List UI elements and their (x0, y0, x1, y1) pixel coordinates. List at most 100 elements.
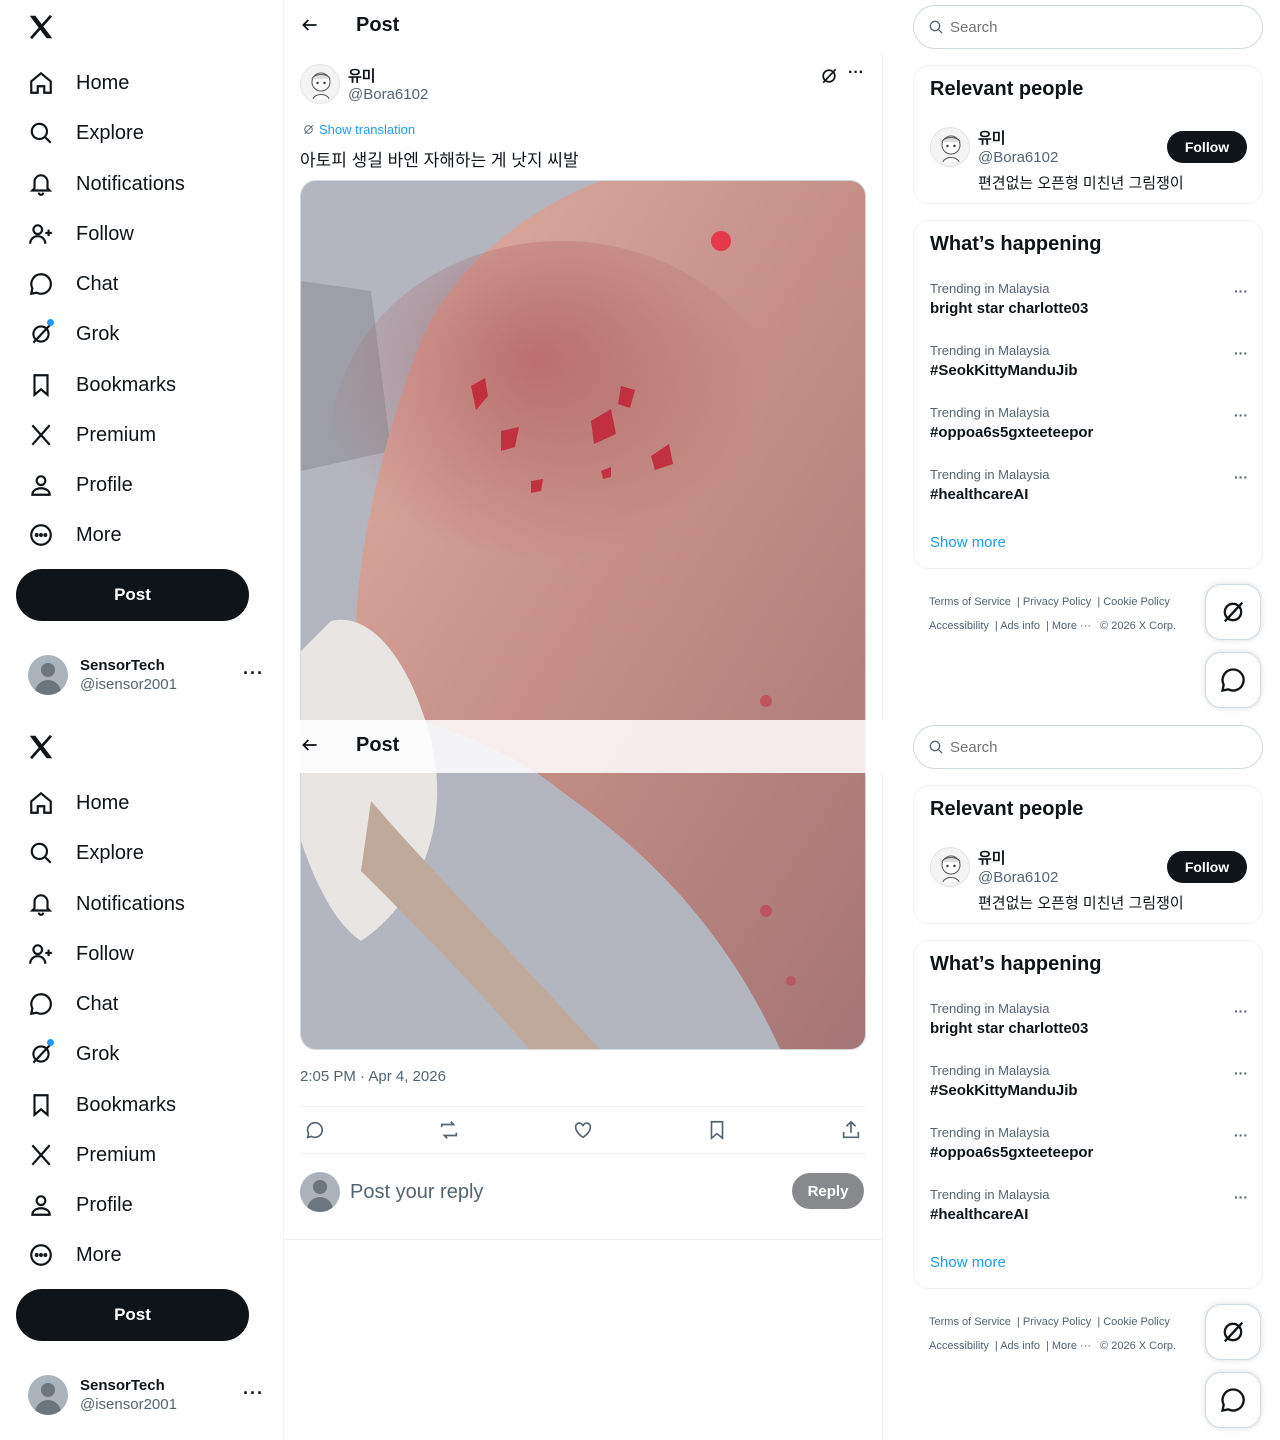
repost-icon[interactable] (438, 1119, 460, 1141)
share-icon[interactable] (840, 1119, 862, 1141)
more-icon[interactable]: ··· (1234, 1065, 1248, 1081)
privacy-link[interactable]: Privacy Policy (1023, 596, 1091, 608)
show-translation-link[interactable]: Show translation (302, 122, 415, 137)
nav-explore[interactable]: Explore (26, 833, 144, 873)
nav-follow[interactable]: Follow (26, 214, 134, 254)
grok-float-button[interactable] (1205, 584, 1261, 640)
nav-explore[interactable]: Explore (26, 113, 144, 153)
left-sidebar: Home Explore Notifications Follow Chat G… (0, 720, 284, 1440)
author-name[interactable]: 유미 (348, 65, 376, 86)
follow-button[interactable]: Follow (1167, 131, 1247, 163)
avatar[interactable] (930, 847, 970, 887)
more-icon[interactable]: ··· (1234, 1189, 1248, 1205)
show-more-link[interactable]: Show more (930, 534, 1006, 551)
bookmark-icon[interactable] (706, 1119, 728, 1141)
account-handle: @isensor2001 (80, 676, 177, 693)
trend-item[interactable]: Trending in Malaysia bright star charlott… (930, 1001, 1248, 1051)
x-logo-icon[interactable] (26, 12, 58, 44)
cookie-link[interactable]: Cookie Policy (1103, 1316, 1170, 1328)
nav-home[interactable]: Home (26, 63, 129, 103)
privacy-link[interactable]: Privacy Policy (1023, 1316, 1091, 1328)
nav-premium[interactable]: Premium (26, 415, 156, 455)
ads-link[interactable]: Ads info (1000, 620, 1040, 632)
more-icon[interactable]: ··· (1234, 283, 1248, 299)
search-box[interactable] (913, 5, 1263, 49)
grok-icon[interactable] (819, 66, 839, 86)
trend-item[interactable]: Trending in Malaysia #SeokKittyManduJib ··… (930, 343, 1248, 393)
grok-float-button[interactable] (1205, 1304, 1261, 1360)
more-icon[interactable]: ··· (1234, 1127, 1248, 1143)
nav-home[interactable]: Home (26, 783, 129, 823)
author-avatar[interactable] (300, 64, 340, 104)
nav-more[interactable]: More (26, 515, 122, 555)
more-icon[interactable]: ··· (1234, 345, 1248, 361)
back-arrow-icon[interactable] (300, 15, 322, 37)
show-more-link[interactable]: Show more (930, 1254, 1006, 1271)
more-icon[interactable]: ··· (1234, 407, 1248, 423)
right-sidebar: Relevant people 유미 @Bora6102 편견없는 오픈형 미친… (883, 0, 1280, 720)
reply-button[interactable]: Reply (792, 1173, 864, 1209)
search-box[interactable] (913, 725, 1263, 769)
post-timestamp[interactable]: 2:05 PM · Apr 4, 2026 (300, 1068, 446, 1085)
terms-link[interactable]: Terms of Service (929, 1316, 1011, 1328)
nav-more[interactable]: More (26, 1235, 122, 1275)
more-icon[interactable]: ··· (1234, 1003, 1248, 1019)
reply-input[interactable]: Post your reply (350, 1181, 483, 1204)
nav-label: Grok (76, 1042, 120, 1065)
chat-float-button[interactable] (1205, 652, 1261, 708)
heart-icon[interactable] (572, 1119, 594, 1141)
nav-grok[interactable]: Grok (26, 1034, 119, 1074)
nav-profile[interactable]: Profile (26, 465, 133, 505)
nav-chat[interactable]: Chat (26, 264, 118, 304)
footer-links: Terms of Service | Privacy Policy | Cookie… (929, 596, 1177, 632)
nav-grok[interactable]: Grok (26, 314, 119, 354)
copyright: © 2026 X Corp. (1100, 1340, 1177, 1352)
more-icon[interactable]: ··· (243, 1383, 264, 1404)
nav-notifications[interactable]: Notifications (26, 884, 185, 924)
trend-item[interactable]: Trending in Malaysia #oppoa6s5gxteeteepor… (930, 405, 1248, 455)
account-switcher[interactable]: SensorTech @isensor2001 ··· (28, 1375, 268, 1415)
more-icon[interactable]: ··· (243, 663, 264, 684)
more-icon[interactable]: ··· (848, 64, 864, 82)
footer-more-link[interactable]: More ··· (1052, 1340, 1091, 1352)
trend-item[interactable]: Trending in Malaysia #healthcareAI ··· (930, 467, 1248, 517)
cookie-link[interactable]: Cookie Policy (1103, 596, 1170, 608)
nav-profile[interactable]: Profile (26, 1185, 133, 1225)
avatar[interactable] (930, 127, 970, 167)
chat-float-button[interactable] (1205, 1372, 1261, 1428)
back-arrow-icon[interactable] (300, 735, 322, 757)
reply-icon[interactable] (304, 1119, 326, 1141)
footer-more-link[interactable]: More ··· (1052, 620, 1091, 632)
account-switcher[interactable]: SensorTech @isensor2001 ··· (28, 655, 268, 695)
nav-follow[interactable]: Follow (26, 934, 134, 974)
x-logo-icon[interactable] (26, 732, 58, 764)
trend-meta: Trending in Malaysia (930, 281, 1050, 296)
more-icon[interactable]: ··· (1234, 469, 1248, 485)
post-image[interactable] (300, 180, 866, 720)
post-button[interactable]: Post (16, 1289, 249, 1341)
nav-premium[interactable]: Premium (26, 1135, 156, 1175)
notification-dot (47, 319, 54, 326)
nav-bookmarks[interactable]: Bookmarks (26, 1085, 176, 1125)
follow-button[interactable]: Follow (1167, 851, 1247, 883)
search-input[interactable] (950, 18, 1250, 36)
nav-notifications[interactable]: Notifications (26, 164, 185, 204)
trend-item[interactable]: Trending in Malaysia #SeokKittyManduJib ··… (930, 1063, 1248, 1113)
person-name[interactable]: 유미 (978, 127, 1006, 148)
accessibility-link[interactable]: Accessibility (929, 1340, 989, 1352)
accessibility-link[interactable]: Accessibility (929, 620, 989, 632)
ads-link[interactable]: Ads info (1000, 1340, 1040, 1352)
trend-item[interactable]: Trending in Malaysia bright star charlott… (930, 281, 1248, 331)
nav-bookmarks[interactable]: Bookmarks (26, 365, 176, 405)
person-name[interactable]: 유미 (978, 847, 1006, 868)
trend-item[interactable]: Trending in Malaysia #healthcareAI ··· (930, 1187, 1248, 1237)
post-button[interactable]: Post (16, 569, 249, 621)
trend-item[interactable]: Trending in Malaysia #oppoa6s5gxteeteepor… (930, 1125, 1248, 1175)
terms-link[interactable]: Terms of Service (929, 596, 1011, 608)
search-input[interactable] (950, 738, 1250, 756)
nav-chat[interactable]: Chat (26, 984, 118, 1024)
person-handle[interactable]: @Bora6102 (978, 869, 1058, 886)
author-handle[interactable]: @Bora6102 (348, 86, 428, 103)
person-handle[interactable]: @Bora6102 (978, 149, 1058, 166)
grok-icon (1219, 598, 1247, 626)
